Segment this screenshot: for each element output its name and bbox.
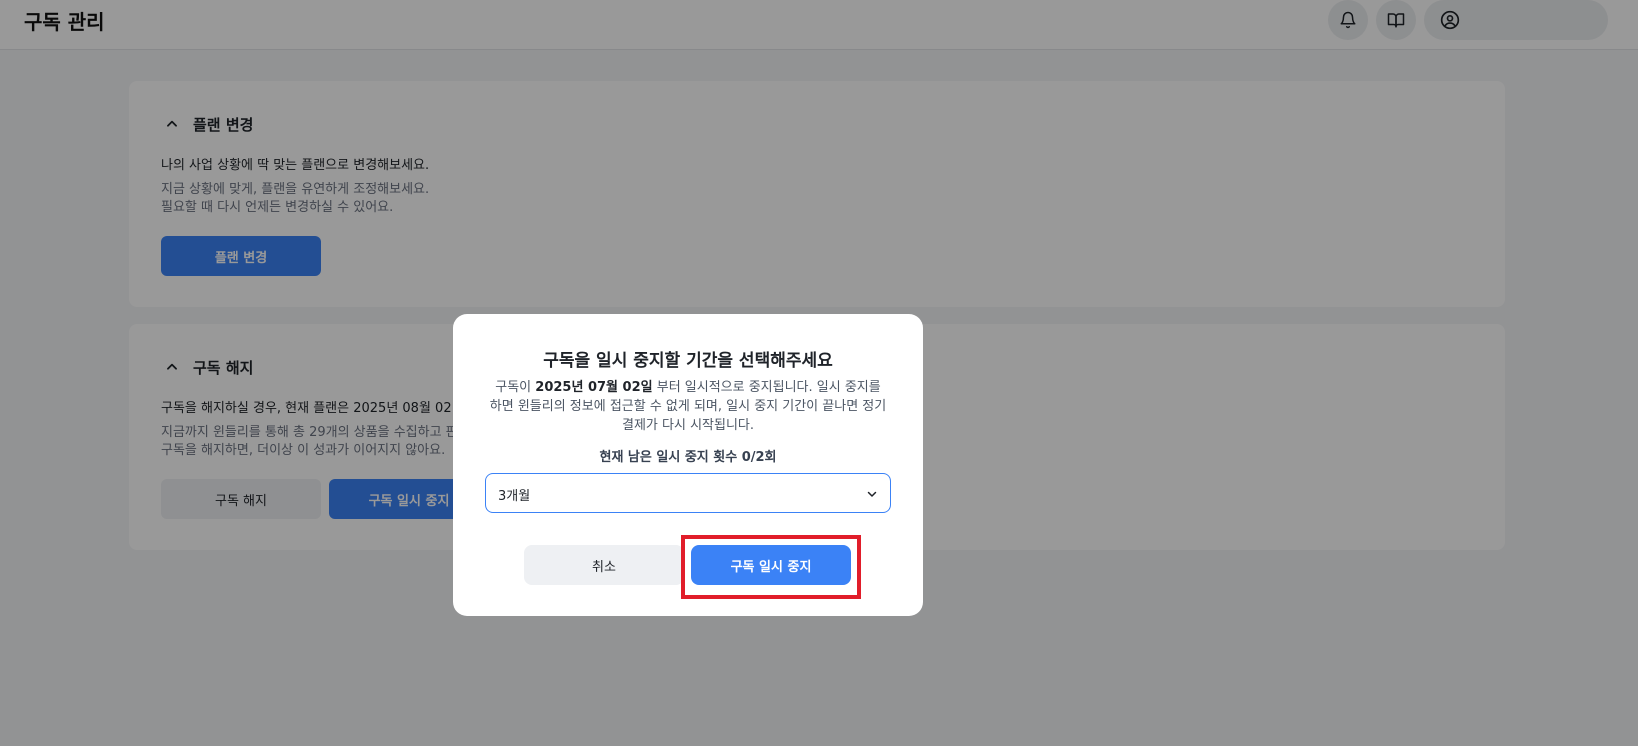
chevron-down-icon — [867, 491, 877, 497]
modal-desc-date: 2025년 07월 02일 — [535, 380, 653, 395]
modal-description: 구독이 2025년 07월 02일 부터 일시적으로 중지됩니다. 일시 중지를… — [489, 378, 887, 435]
modal-cancel-button[interactable]: 취소 — [524, 545, 684, 585]
pause-period-modal: 구독을 일시 중지할 기간을 선택해주세요 구독이 2025년 07월 02일 … — [453, 314, 923, 616]
modal-confirm-pause-button[interactable]: 구독 일시 중지 — [691, 545, 851, 585]
remaining-pause-count: 현재 남은 일시 중지 횟수 0/2회 — [599, 450, 777, 465]
page: 구독 관리 플랜 변경 나의 사업 상황에 딱 맞는 플랜으로 변경해보세요. … — [0, 0, 1638, 746]
pause-period-value: 3개월 — [498, 489, 531, 504]
modal-title: 구독을 일시 중지할 기간을 선택해주세요 — [543, 351, 833, 371]
pause-period-select[interactable]: 3개월 — [485, 473, 891, 513]
modal-desc-prefix: 구독이 — [495, 380, 532, 395]
